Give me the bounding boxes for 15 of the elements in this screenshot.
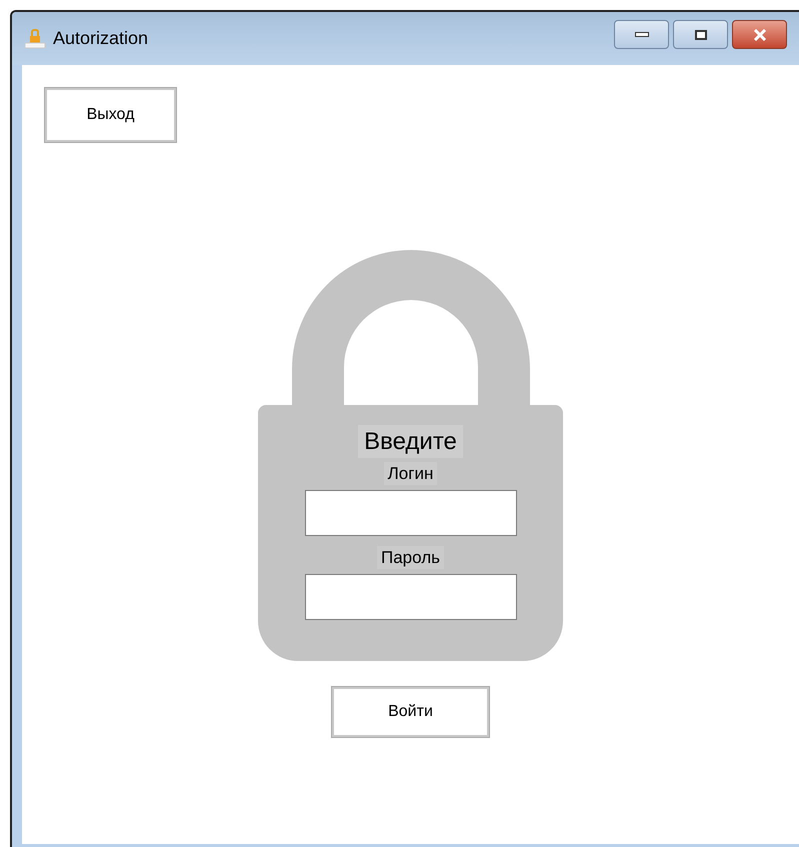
heading-label: Введите: [358, 425, 463, 458]
window-title: Autorization: [53, 27, 148, 50]
close-icon: [752, 28, 766, 40]
minimize-icon: [634, 32, 648, 37]
input-field[interactable]: [304, 490, 516, 536]
lock-app-icon: [24, 28, 46, 50]
login-button[interactable]: Войти: [332, 687, 489, 737]
maximize-button[interactable]: [673, 20, 728, 49]
close-button[interactable]: [732, 20, 787, 49]
field-label: Логин: [384, 462, 438, 485]
field-label: Пароль: [377, 546, 444, 569]
maximize-icon: [694, 30, 706, 40]
exit-button[interactable]: Выход: [45, 88, 176, 142]
minimize-button[interactable]: [614, 20, 669, 49]
input-field[interactable]: [304, 574, 516, 620]
